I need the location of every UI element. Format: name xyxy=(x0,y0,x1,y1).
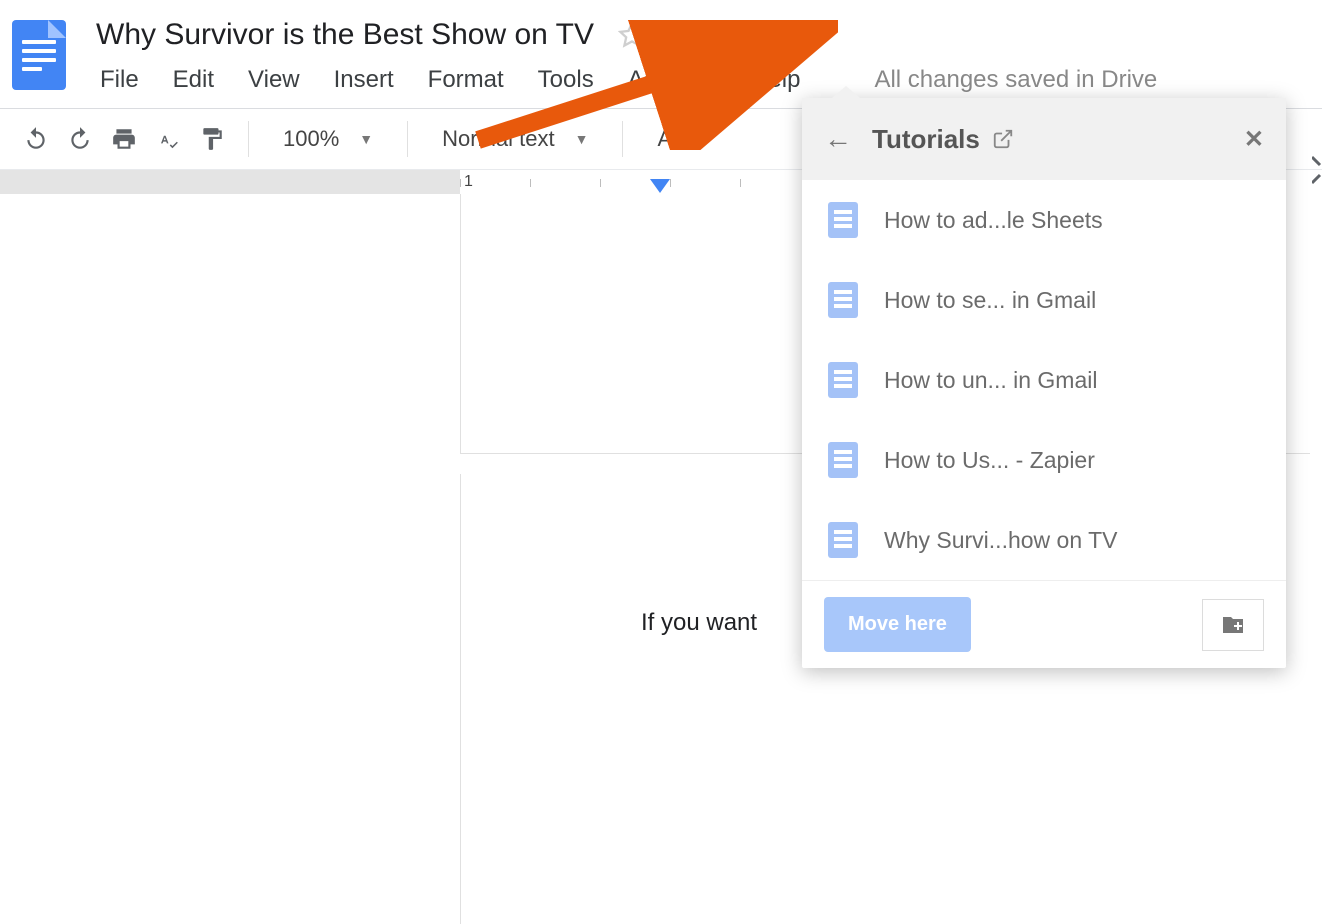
document-title-row: Why Survivor is the Best Show on TV xyxy=(96,12,1310,56)
menu-format[interactable]: Format xyxy=(428,66,504,94)
move-panel-header: ← Tutorials ✕ xyxy=(802,98,1286,180)
back-arrow-icon[interactable]: ← xyxy=(824,123,852,155)
file-name: How to ad...le Sheets xyxy=(884,207,1103,234)
file-name: How to se... in Gmail xyxy=(884,287,1096,314)
menu-edit[interactable]: Edit xyxy=(173,66,214,94)
paint-format-button[interactable] xyxy=(192,119,232,159)
print-button[interactable] xyxy=(104,119,144,159)
doc-file-icon xyxy=(828,522,858,558)
zoom-value: 100% xyxy=(283,126,339,152)
spellcheck-button[interactable] xyxy=(148,119,188,159)
file-row[interactable]: How to Us... - Zapier xyxy=(802,420,1286,500)
new-folder-button[interactable] xyxy=(1202,599,1264,651)
dropdown-arrow-icon: ▼ xyxy=(575,131,589,147)
body-text[interactable]: If you want xyxy=(641,609,757,636)
move-panel-folder-name: Tutorials xyxy=(872,124,980,155)
app-header: Why Survivor is the Best Show on TV File… xyxy=(0,0,1322,108)
doc-file-icon xyxy=(828,442,858,478)
move-here-button[interactable]: Move here xyxy=(824,597,971,652)
font-dropdown[interactable]: Arial xyxy=(639,126,719,152)
document-title[interactable]: Why Survivor is the Best Show on TV xyxy=(96,18,594,52)
menu-help[interactable]: Help xyxy=(751,66,800,94)
file-name: How to Us... - Zapier xyxy=(884,447,1095,474)
paragraph-style-dropdown[interactable]: Normal text ▼ xyxy=(424,126,606,152)
dropdown-arrow-icon: ▼ xyxy=(359,131,373,147)
file-row[interactable]: How to se... in Gmail xyxy=(802,260,1286,340)
zoom-dropdown[interactable]: 100% ▼ xyxy=(265,126,391,152)
undo-button[interactable] xyxy=(16,119,56,159)
menu-addons[interactable]: Add-ons xyxy=(628,66,717,94)
folder-move-icon[interactable] xyxy=(664,21,698,49)
file-name: Why Survi...how on TV xyxy=(884,527,1118,554)
font-value: Arial xyxy=(657,126,701,152)
menu-file[interactable]: File xyxy=(100,66,139,94)
title-area: Why Survivor is the Best Show on TV File… xyxy=(96,12,1310,108)
close-icon[interactable]: ✕ xyxy=(1244,125,1264,154)
file-name: How to un... in Gmail xyxy=(884,367,1097,394)
save-status: All changes saved in Drive xyxy=(874,66,1157,94)
star-icon[interactable] xyxy=(618,21,646,49)
doc-file-icon xyxy=(828,362,858,398)
new-folder-icon xyxy=(1218,613,1248,637)
menu-view[interactable]: View xyxy=(248,66,300,94)
move-panel-file-list: How to ad...le Sheets How to se... in Gm… xyxy=(802,180,1286,580)
clipped-toolbar-icon xyxy=(1312,155,1322,185)
menu-tools[interactable]: Tools xyxy=(538,66,594,94)
doc-file-icon xyxy=(828,202,858,238)
file-row[interactable]: Why Survi...how on TV xyxy=(802,500,1286,580)
docs-logo-icon[interactable] xyxy=(12,20,66,90)
move-to-panel: ← Tutorials ✕ How to ad...le Sheets How … xyxy=(802,98,1286,668)
redo-button[interactable] xyxy=(60,119,100,159)
move-panel-footer: Move here xyxy=(802,580,1286,668)
paragraph-style-value: Normal text xyxy=(442,126,554,152)
file-row[interactable]: How to un... in Gmail xyxy=(802,340,1286,420)
doc-file-icon xyxy=(828,282,858,318)
file-row[interactable]: How to ad...le Sheets xyxy=(802,180,1286,260)
menu-insert[interactable]: Insert xyxy=(334,66,394,94)
open-in-new-icon[interactable] xyxy=(992,128,1014,150)
